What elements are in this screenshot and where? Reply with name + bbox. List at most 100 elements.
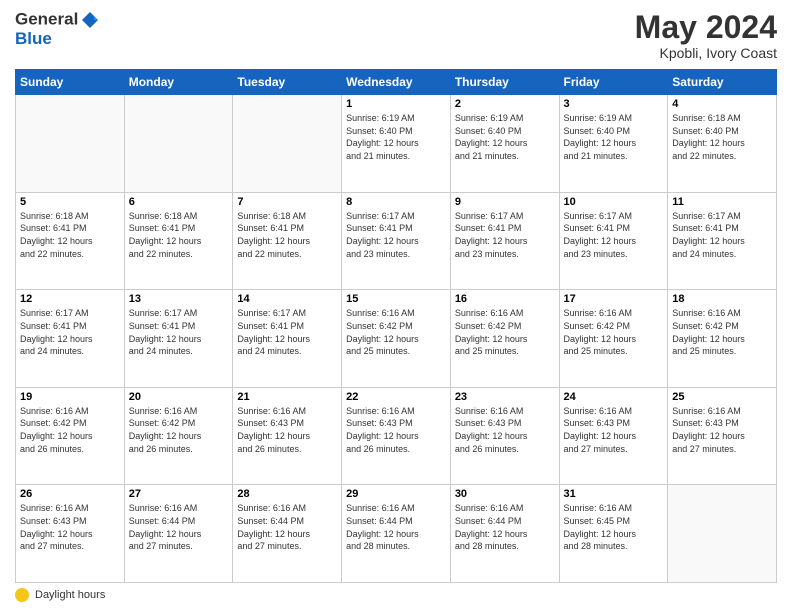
day-number: 4 — [672, 98, 772, 110]
col-monday: Monday — [124, 70, 233, 95]
calendar-cell: 30 Sunrise: 6:16 AM Sunset: 6:44 PM Dayli… — [450, 485, 559, 583]
day-number: 14 — [237, 293, 337, 305]
calendar-cell: 18 Sunrise: 6:16 AM Sunset: 6:42 PM Dayli… — [668, 290, 777, 388]
day-detail: Sunrise: 6:18 AM Sunset: 6:40 PM Dayligh… — [672, 112, 772, 162]
day-number: 26 — [20, 488, 120, 500]
day-detail: Sunrise: 6:16 AM Sunset: 6:42 PM Dayligh… — [672, 307, 772, 357]
col-tuesday: Tuesday — [233, 70, 342, 95]
col-wednesday: Wednesday — [342, 70, 451, 95]
day-detail: Sunrise: 6:16 AM Sunset: 6:42 PM Dayligh… — [455, 307, 555, 357]
day-detail: Sunrise: 6:16 AM Sunset: 6:43 PM Dayligh… — [672, 405, 772, 455]
day-number: 18 — [672, 293, 772, 305]
day-detail: Sunrise: 6:19 AM Sunset: 6:40 PM Dayligh… — [564, 112, 664, 162]
calendar-cell — [124, 95, 233, 193]
logo: General Blue — [15, 10, 100, 49]
day-number: 13 — [129, 293, 229, 305]
day-number: 17 — [564, 293, 664, 305]
calendar-cell: 31 Sunrise: 6:16 AM Sunset: 6:45 PM Dayli… — [559, 485, 668, 583]
calendar-cell — [668, 485, 777, 583]
day-detail: Sunrise: 6:16 AM Sunset: 6:45 PM Dayligh… — [564, 502, 664, 552]
calendar-cell: 10 Sunrise: 6:17 AM Sunset: 6:41 PM Dayli… — [559, 192, 668, 290]
calendar-cell: 11 Sunrise: 6:17 AM Sunset: 6:41 PM Dayli… — [668, 192, 777, 290]
calendar-cell: 27 Sunrise: 6:16 AM Sunset: 6:44 PM Dayli… — [124, 485, 233, 583]
day-detail: Sunrise: 6:16 AM Sunset: 6:42 PM Dayligh… — [20, 405, 120, 455]
day-number: 29 — [346, 488, 446, 500]
day-number: 2 — [455, 98, 555, 110]
col-friday: Friday — [559, 70, 668, 95]
day-detail: Sunrise: 6:17 AM Sunset: 6:41 PM Dayligh… — [564, 210, 664, 260]
day-number: 16 — [455, 293, 555, 305]
location: Kpobli, Ivory Coast — [635, 45, 777, 61]
day-number: 8 — [346, 196, 446, 208]
day-detail: Sunrise: 6:16 AM Sunset: 6:44 PM Dayligh… — [129, 502, 229, 552]
day-number: 23 — [455, 391, 555, 403]
calendar-cell: 12Sunrise: 6:17 AM Sunset: 6:41 PM Dayli… — [16, 290, 125, 388]
day-detail: Sunrise: 6:19 AM Sunset: 6:40 PM Dayligh… — [455, 112, 555, 162]
sun-icon — [15, 588, 29, 602]
day-number: 11 — [672, 196, 772, 208]
calendar-week-5: 26 Sunrise: 6:16 AM Sunset: 6:43 PM Dayli… — [16, 485, 777, 583]
day-detail: Sunrise: 6:18 AM Sunset: 6:41 PM Dayligh… — [20, 210, 120, 260]
day-number: 21 — [237, 391, 337, 403]
logo-general: General — [15, 10, 100, 30]
day-detail: Sunrise: 6:16 AM Sunset: 6:44 PM Dayligh… — [237, 502, 337, 552]
day-detail: Sunrise: 6:17 AM Sunset: 6:41 PM Dayligh… — [672, 210, 772, 260]
calendar-cell: 24Sunrise: 6:16 AM Sunset: 6:43 PM Dayli… — [559, 387, 668, 485]
title-block: May 2024 Kpobli, Ivory Coast — [635, 10, 777, 61]
day-detail: Sunrise: 6:17 AM Sunset: 6:41 PM Dayligh… — [237, 307, 337, 357]
day-number: 31 — [564, 488, 664, 500]
day-number: 27 — [129, 488, 229, 500]
day-number: 20 — [129, 391, 229, 403]
day-number: 9 — [455, 196, 555, 208]
day-number: 12 — [20, 293, 120, 305]
calendar-header-row: Sunday Monday Tuesday Wednesday Thursday… — [16, 70, 777, 95]
calendar-cell: 25 Sunrise: 6:16 AM Sunset: 6:43 PM Dayli… — [668, 387, 777, 485]
day-number: 5 — [20, 196, 120, 208]
calendar-week-4: 19 Sunrise: 6:16 AM Sunset: 6:42 PM Dayli… — [16, 387, 777, 485]
calendar-cell: 26 Sunrise: 6:16 AM Sunset: 6:43 PM Dayli… — [16, 485, 125, 583]
day-detail: Sunrise: 6:18 AM Sunset: 6:41 PM Dayligh… — [129, 210, 229, 260]
calendar-week-3: 12 Sunrise: 6:17 AM Sunset: 6:41 PM Dayli… — [16, 290, 777, 388]
calendar-cell: 23 Sunrise: 6:16 AM Sunset: 6:43 PM Dayli… — [450, 387, 559, 485]
day-detail: Sunrise: 6:16 AM Sunset: 6:43 PM Dayligh… — [237, 405, 337, 455]
day-number: 25 — [672, 391, 772, 403]
day-number: 1 — [346, 98, 446, 110]
day-number: 24 — [564, 391, 664, 403]
day-detail: Sunrise: 6:19 AM Sunset: 6:40 PM Dayligh… — [346, 112, 446, 162]
month-year: May 2024 — [635, 10, 777, 45]
calendar-cell: 7Sunrise: 6:18 AM Sunset: 6:41 PM Daylig… — [233, 192, 342, 290]
col-saturday: Saturday — [668, 70, 777, 95]
calendar-cell: 21 Sunrise: 6:16 AM Sunset: 6:43 PM Dayli… — [233, 387, 342, 485]
calendar-week-1: 1 Sunrise: 6:19 AM Sunset: 6:40 PM Daylig… — [16, 95, 777, 193]
day-number: 30 — [455, 488, 555, 500]
day-detail: Sunrise: 6:16 AM Sunset: 6:43 PM Dayligh… — [455, 405, 555, 455]
day-number: 15 — [346, 293, 446, 305]
calendar-cell: 20Sunrise: 6:16 AM Sunset: 6:42 PM Dayli… — [124, 387, 233, 485]
day-detail: Sunrise: 6:16 AM Sunset: 6:43 PM Dayligh… — [20, 502, 120, 552]
calendar-cell: 19 Sunrise: 6:16 AM Sunset: 6:42 PM Dayli… — [16, 387, 125, 485]
day-detail: Sunrise: 6:16 AM Sunset: 6:42 PM Dayligh… — [346, 307, 446, 357]
calendar-cell: 3Sunrise: 6:19 AM Sunset: 6:40 PM Daylig… — [559, 95, 668, 193]
day-detail: Sunrise: 6:16 AM Sunset: 6:43 PM Dayligh… — [346, 405, 446, 455]
calendar-cell: 4 Sunrise: 6:18 AM Sunset: 6:40 PM Daylig… — [668, 95, 777, 193]
day-detail: Sunrise: 6:16 AM Sunset: 6:44 PM Dayligh… — [455, 502, 555, 552]
day-number: 10 — [564, 196, 664, 208]
day-detail: Sunrise: 6:17 AM Sunset: 6:41 PM Dayligh… — [455, 210, 555, 260]
calendar-cell: 29 Sunrise: 6:16 AM Sunset: 6:44 PM Dayli… — [342, 485, 451, 583]
calendar-cell: 9 Sunrise: 6:17 AM Sunset: 6:41 PM Daylig… — [450, 192, 559, 290]
calendar-cell: 16 Sunrise: 6:16 AM Sunset: 6:42 PM Dayli… — [450, 290, 559, 388]
calendar-cell: 14 Sunrise: 6:17 AM Sunset: 6:41 PM Dayli… — [233, 290, 342, 388]
calendar-cell: 8 Sunrise: 6:17 AM Sunset: 6:41 PM Daylig… — [342, 192, 451, 290]
calendar-cell: 28Sunrise: 6:16 AM Sunset: 6:44 PM Dayli… — [233, 485, 342, 583]
calendar-cell: 1 Sunrise: 6:19 AM Sunset: 6:40 PM Daylig… — [342, 95, 451, 193]
daylight-label: Daylight hours — [35, 589, 105, 601]
logo-blue: Blue — [15, 30, 100, 49]
day-detail: Sunrise: 6:17 AM Sunset: 6:41 PM Dayligh… — [346, 210, 446, 260]
day-number: 19 — [20, 391, 120, 403]
col-sunday: Sunday — [16, 70, 125, 95]
calendar-table: Sunday Monday Tuesday Wednesday Thursday… — [15, 69, 777, 583]
day-detail: Sunrise: 6:16 AM Sunset: 6:44 PM Dayligh… — [346, 502, 446, 552]
day-detail: Sunrise: 6:17 AM Sunset: 6:41 PM Dayligh… — [129, 307, 229, 357]
day-number: 7 — [237, 196, 337, 208]
calendar-week-2: 5 Sunrise: 6:18 AM Sunset: 6:41 PM Daylig… — [16, 192, 777, 290]
